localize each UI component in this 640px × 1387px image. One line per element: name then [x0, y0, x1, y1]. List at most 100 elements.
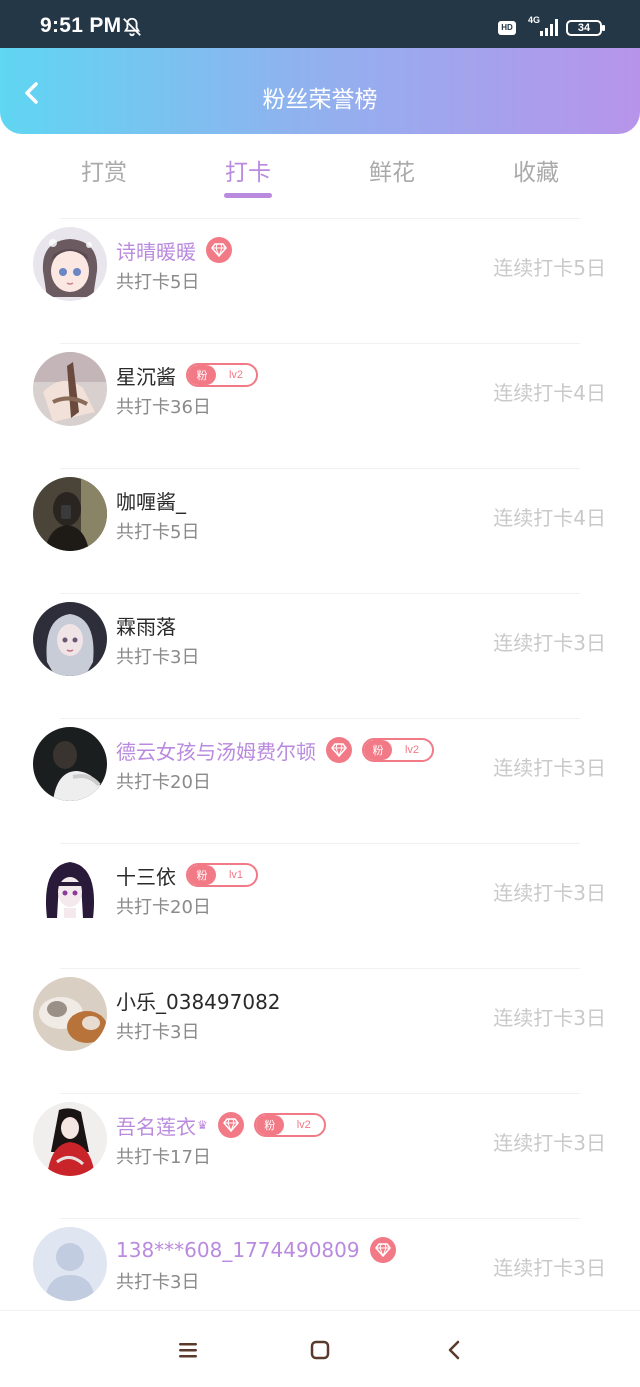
avatar[interactable] — [33, 477, 107, 551]
streak-label: 连续打卡3日 — [493, 1131, 606, 1155]
fan-name[interactable]: 138***608_1774490809 — [116, 1238, 360, 1262]
avatar[interactable] — [33, 977, 107, 1051]
total-checkins: 共打卡5日 — [116, 272, 200, 293]
streak-label: 连续打卡3日 — [493, 631, 606, 655]
avatar[interactable] — [33, 852, 107, 926]
fan-badge-level: lv2 — [404, 744, 420, 756]
avatar[interactable] — [33, 227, 107, 301]
divider — [60, 718, 580, 719]
list-item[interactable]: 小乐_038497082 共打卡3日 连续打卡3日 — [0, 960, 640, 1085]
fan-badge-label: 粉 — [188, 365, 216, 385]
fan-badge-label: 粉 — [255, 1115, 284, 1135]
total-checkins: 共打卡3日 — [116, 1272, 200, 1293]
divider — [60, 218, 580, 219]
fan-level-badge: 粉 lv2 — [253, 1113, 326, 1137]
status-time: 9:51 PM — [40, 14, 122, 37]
total-checkins: 共打卡36日 — [116, 397, 211, 418]
battery-level: 34 — [577, 22, 591, 34]
fan-level-badge: 粉 lv2 — [362, 738, 434, 762]
list-item[interactable]: 德云女孩与汤姆费尔顿 粉 lv2 共打卡20日 连续打卡3日 — [0, 710, 640, 835]
fan-name[interactable]: 德云女孩与汤姆费尔顿 — [116, 736, 316, 765]
fan-name[interactable]: 十三依 — [116, 861, 176, 890]
battery-icon: 34 — [566, 20, 605, 36]
menu-icon[interactable] — [176, 1338, 200, 1362]
diamond-vip-icon — [326, 737, 352, 763]
active-tab-indicator — [224, 193, 272, 198]
total-checkins: 共打卡5日 — [116, 522, 200, 543]
name-line: 霖雨落 — [116, 611, 176, 639]
notifications-off-icon — [123, 17, 141, 37]
name-line: 星沉酱 粉 lv2 — [116, 361, 258, 389]
tab-label: 打卡 — [225, 160, 271, 186]
fan-name[interactable]: 星沉酱 — [116, 361, 176, 390]
streak-label: 连续打卡3日 — [493, 1256, 606, 1280]
avatar[interactable] — [33, 1102, 107, 1176]
fan-badge-label: 粉 — [364, 740, 392, 760]
home-square-icon[interactable] — [308, 1338, 332, 1362]
fan-name[interactable]: 小乐_038497082 — [116, 986, 281, 1015]
avatar[interactable] — [33, 602, 107, 676]
tab-label: 打赏 — [81, 160, 127, 186]
list-item[interactable]: 十三依 粉 lv1 共打卡20日 连续打卡3日 — [0, 835, 640, 960]
fan-badge-level: lv2 — [296, 1119, 311, 1131]
divider — [60, 968, 580, 969]
total-checkins: 共打卡3日 — [116, 1022, 200, 1043]
total-checkins: 共打卡20日 — [116, 897, 211, 918]
diamond-vip-icon — [206, 237, 232, 263]
fan-name[interactable]: 诗晴暖暖 — [116, 236, 196, 265]
streak-label: 连续打卡3日 — [493, 1006, 606, 1030]
diamond-vip-icon — [369, 1237, 396, 1263]
page-title: 粉丝荣誉榜 — [262, 87, 378, 113]
tab-checkin[interactable]: 打卡 — [176, 145, 320, 201]
avatar[interactable] — [33, 727, 107, 801]
avatar[interactable] — [33, 352, 107, 426]
diamond-vip-icon — [217, 1112, 244, 1138]
list-item[interactable]: 吾名莲衣 ♛ 粉 lv2 共打卡17日 连续打卡3日 — [0, 1085, 640, 1210]
fan-level-badge: 粉 lv1 — [186, 863, 258, 887]
divider — [60, 843, 580, 844]
list-item[interactable]: 咖喱酱_ 共打卡5日 连续打卡4日 — [0, 460, 640, 585]
name-line: 吾名莲衣 ♛ 粉 lv2 — [116, 1111, 326, 1139]
name-line: 咖喱酱_ — [116, 486, 186, 514]
list-item[interactable]: 霖雨落 共打卡3日 连续打卡3日 — [0, 585, 640, 710]
fan-list: 诗晴暖暖 共打卡5日 连续打卡5日 星沉酱 粉 lv2 共打卡36日 连续打卡4… — [0, 210, 640, 1335]
divider — [60, 593, 580, 594]
total-checkins: 共打卡20日 — [116, 772, 211, 793]
back-triangle-icon[interactable] — [443, 1338, 467, 1362]
list-item[interactable]: 诗晴暖暖 共打卡5日 连续打卡5日 — [0, 210, 640, 335]
system-nav-bar — [0, 1310, 640, 1387]
fan-level-badge: 粉 lv2 — [186, 363, 258, 387]
tab-bar: 打赏 打卡 鲜花 收藏 — [32, 145, 608, 201]
streak-label: 连续打卡5日 — [493, 256, 606, 280]
name-line: 小乐_038497082 — [116, 986, 281, 1014]
total-checkins: 共打卡3日 — [116, 647, 200, 668]
divider — [60, 468, 580, 469]
list-item[interactable]: 星沉酱 粉 lv2 共打卡36日 连续打卡4日 — [0, 335, 640, 460]
tab-tips[interactable]: 打赏 — [32, 145, 176, 201]
fan-name[interactable]: 霖雨落 — [116, 611, 176, 640]
tab-flowers[interactable]: 鲜花 — [320, 145, 464, 201]
tab-label: 鲜花 — [369, 160, 415, 186]
fan-name[interactable]: 咖喱酱_ — [116, 486, 186, 515]
fan-badge-label: 粉 — [188, 865, 216, 885]
streak-label: 连续打卡4日 — [493, 381, 606, 405]
fan-name[interactable]: 吾名莲衣 — [116, 1111, 196, 1140]
tab-label: 收藏 — [513, 160, 559, 186]
signal-icon — [540, 19, 558, 36]
streak-label: 连续打卡4日 — [493, 506, 606, 530]
tab-favorites[interactable]: 收藏 — [464, 145, 608, 201]
avatar[interactable] — [33, 1227, 107, 1301]
header-bar: 粉丝荣誉榜 — [0, 48, 640, 134]
streak-label: 连续打卡3日 — [493, 881, 606, 905]
divider — [60, 1218, 580, 1219]
name-line: 诗晴暖暖 — [116, 236, 232, 264]
status-bar: 9:51 PM HD 4G 34 — [0, 0, 640, 48]
hd-badge: HD — [498, 21, 516, 35]
crown-icon: ♛ — [197, 1118, 208, 1132]
divider — [60, 343, 580, 344]
fan-badge-level: lv2 — [228, 369, 244, 381]
total-checkins: 共打卡17日 — [116, 1147, 211, 1168]
name-line: 138***608_1774490809 — [116, 1236, 396, 1264]
name-line: 德云女孩与汤姆费尔顿 粉 lv2 — [116, 736, 434, 764]
fan-badge-level: lv1 — [228, 869, 244, 881]
